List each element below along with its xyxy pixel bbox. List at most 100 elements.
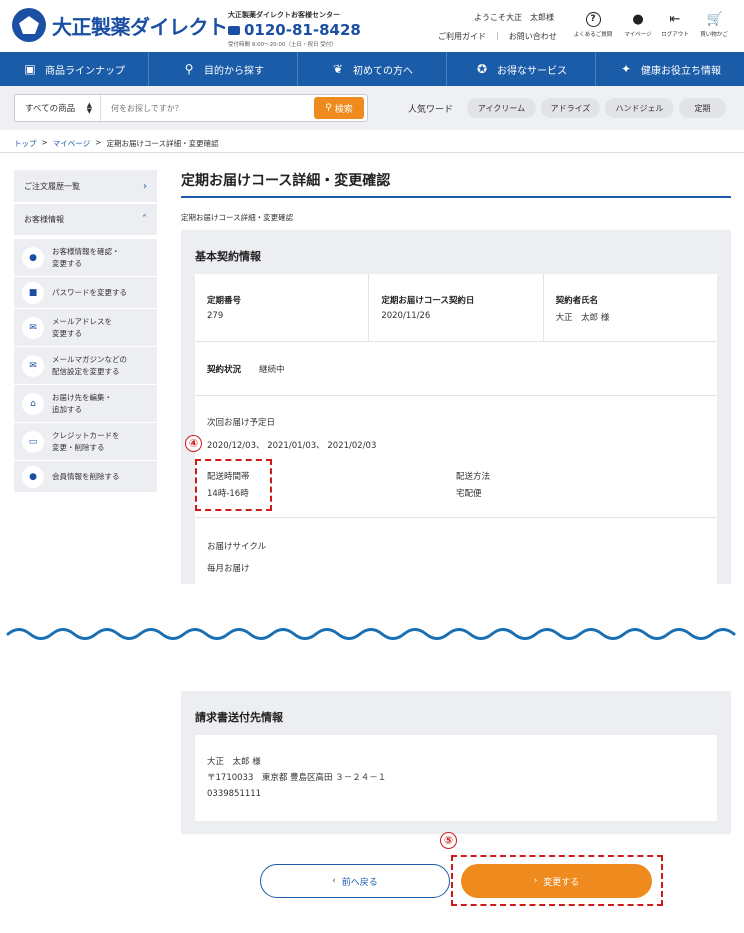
- sidebar-item-label: メールマガジンなどの 配信設定を変更する: [52, 354, 127, 378]
- field-value: 279: [207, 311, 224, 321]
- contract-date-cell: 定期お届けコース契約日 2020/11/26: [369, 274, 544, 341]
- billing-phone: 0339851111: [207, 789, 262, 799]
- guide-link[interactable]: ご利用ガイド: [438, 31, 486, 42]
- field-value: 2020/11/26: [381, 311, 431, 321]
- sidebar-item-label: メールアドレスを 変更する: [52, 316, 112, 340]
- tel-hours: 受付時間 9:00～20:00（土日・祝日 受付）: [228, 42, 337, 48]
- sidebar-item-delete-account[interactable]: ● 会員情報を削除する: [14, 460, 157, 492]
- sidebar-item-label: クレジットカードを 変更・削除する: [52, 430, 120, 454]
- cart-label: 買い物かご: [700, 32, 728, 38]
- chevron-up-icon: ˄: [142, 214, 147, 225]
- sidebar-item-newsletter[interactable]: ✉ メールマガジンなどの 配信設定を変更する: [14, 346, 157, 384]
- header-links: ご利用ガイド | お問い合わせ: [438, 31, 557, 42]
- breadcrumb-current: 定期お届けコース詳細・変更確認: [106, 139, 219, 148]
- search-input[interactable]: [101, 103, 314, 113]
- chevron-left-icon: ‹: [332, 876, 336, 886]
- popular-chip[interactable]: アイクリーム: [467, 98, 536, 118]
- nav-item-products[interactable]: ▣ 商品ラインナップ: [0, 52, 149, 86]
- nav-item-health-info[interactable]: ✦ 健康お役立ち情報: [596, 52, 744, 86]
- label-line: 配信設定を変更する: [52, 366, 120, 376]
- sidebar-item-label: お客様情報: [24, 215, 64, 224]
- popular-words-label: 人気ワード: [408, 105, 454, 115]
- contract-number-cell: 定期番号 279: [195, 274, 370, 341]
- mypage-button[interactable]: ● マイページ: [618, 12, 658, 38]
- billing-address: 〒1710033 東京都 豊島区高田 ３－２４－１: [207, 773, 387, 783]
- breadcrumb-separator: >: [41, 138, 48, 147]
- popular-chip[interactable]: 定期: [679, 98, 726, 118]
- breadcrumb-mypage[interactable]: マイページ: [53, 138, 90, 149]
- annotation-highlight-box: [195, 459, 272, 511]
- nav-label: お得なサービス: [497, 65, 567, 77]
- sidebar-item-credit-card[interactable]: ▭ クレジットカードを 変更・削除する: [14, 422, 157, 460]
- chevron-right-icon: ›: [143, 180, 147, 192]
- annotation-number: ⑤: [440, 832, 457, 849]
- faq-button[interactable]: ? よくあるご質問: [573, 12, 613, 38]
- status-value: 継続中: [259, 364, 285, 375]
- label-line: 変更する: [52, 258, 82, 268]
- search-icon: ⚲: [184, 62, 194, 76]
- tel-number-text: 0120-81-8428: [244, 21, 361, 39]
- question-icon: ?: [585, 12, 601, 27]
- logout-button[interactable]: ⇤ ログアウト: [655, 12, 695, 38]
- person-icon: ●: [632, 12, 644, 27]
- title-underline: [181, 196, 731, 198]
- section-title: 基本契約情報: [195, 250, 261, 263]
- nav-label: 目的から探す: [204, 65, 264, 77]
- header: 大正製薬ダイレクト 大正製薬ダイレクトお客様センター 0120-81-8428 …: [0, 0, 744, 52]
- cart-button[interactable]: 🛒 買い物かご: [694, 12, 734, 38]
- nav-item-beginners[interactable]: ❦ 初めての方へ: [298, 52, 447, 86]
- breadcrumb: トップ > マイページ > 定期お届けコース詳細・変更確認: [14, 138, 219, 149]
- tel-label: 大正製薬ダイレクトお客様センター: [228, 11, 340, 19]
- search-icon: ⚲: [325, 103, 332, 113]
- sidebar-item-customer-info[interactable]: お客様情報 ˄: [14, 204, 157, 236]
- delivery-cycle-row: お届けサイクル 毎月お届け: [195, 518, 717, 584]
- field-label: 次回お届け予定日: [207, 418, 276, 428]
- contract-name-cell: 契約者氏名 大正 太郎 様: [544, 274, 717, 341]
- breadcrumb-top[interactable]: トップ: [14, 138, 37, 149]
- category-value: すべての商品: [25, 104, 76, 114]
- popular-chip[interactable]: ハンドジェル: [605, 98, 674, 118]
- label-line: お客様情報を確認・: [52, 246, 120, 256]
- field-value: 大正 太郎 様: [555, 313, 610, 323]
- faq-label: よくあるご質問: [573, 32, 613, 38]
- nav-label: 初めての方へ: [353, 65, 413, 77]
- next-delivery-dates: 2020/12/03、 2021/01/03、 2021/02/03: [207, 441, 377, 451]
- label-line: 変更・削除する: [52, 442, 105, 452]
- global-nav: ▣ 商品ラインナップ ⚲ 目的から探す ❦ 初めての方へ ✪ お得なサービス ✦…: [0, 52, 744, 86]
- field-label: 配送方法: [456, 472, 491, 482]
- billing-info-panel: 請求書送付先情報 大正 太郎 様 〒1710033 東京都 豊島区高田 ３－２４…: [181, 691, 731, 834]
- mail-icon: ✉: [22, 316, 44, 339]
- cart-icon: 🛒: [706, 12, 723, 27]
- page-title: 定期お届けコース詳細・変更確認: [181, 173, 391, 189]
- sidebar-item-email[interactable]: ✉ メールアドレスを 変更する: [14, 308, 157, 346]
- logo-text: 大正製薬ダイレクト: [52, 14, 228, 39]
- nav-item-services[interactable]: ✪ お得なサービス: [447, 52, 596, 86]
- change-button[interactable]: › 変更する: [461, 864, 652, 898]
- category-select[interactable]: すべての商品 ▲ ▼: [15, 95, 101, 121]
- field-label: 定期番号: [207, 296, 242, 306]
- back-button[interactable]: ‹ 前へ戻る: [260, 864, 450, 898]
- logout-icon: ⇤: [669, 12, 681, 27]
- leaf-icon: ❦: [332, 62, 344, 76]
- sidebar-item-password[interactable]: ■ パスワードを変更する: [14, 276, 157, 308]
- field-label: 契約者氏名: [555, 296, 599, 306]
- sidebar-item-delivery-address[interactable]: ⌂ お届け先を編集・ 追加する: [14, 384, 157, 422]
- search-button[interactable]: ⚲ 検索: [314, 97, 364, 119]
- box-icon: ▣: [24, 62, 36, 76]
- sidebar-item-order-history[interactable]: ご注文履歴一覧 ›: [14, 170, 157, 202]
- label-line: 変更する: [52, 328, 82, 338]
- medal-icon: ✪: [476, 62, 488, 76]
- sidebar-item-edit-profile[interactable]: ● お客様情報を確認・ 変更する: [14, 238, 157, 276]
- sidebar-item-label: パスワードを変更する: [52, 287, 127, 297]
- home-icon: ⌂: [22, 392, 44, 415]
- back-button-label: 前へ戻る: [341, 877, 378, 888]
- popular-chip[interactable]: アドライズ: [541, 98, 600, 118]
- site-logo[interactable]: 大正製薬ダイレクト: [12, 8, 228, 42]
- nav-item-purpose[interactable]: ⚲ 目的から探す: [149, 52, 298, 86]
- section-title: 請求書送付先情報: [195, 711, 283, 724]
- nav-label: 健康お役立ち情報: [641, 65, 721, 77]
- contract-card: 定期番号 279 定期お届けコース契約日 2020/11/26 契約者氏名 大正…: [195, 274, 717, 584]
- field-label: 定期お届けコース契約日: [381, 296, 475, 306]
- contact-link[interactable]: お問い合わせ: [509, 31, 557, 42]
- lock-icon: ■: [22, 281, 44, 304]
